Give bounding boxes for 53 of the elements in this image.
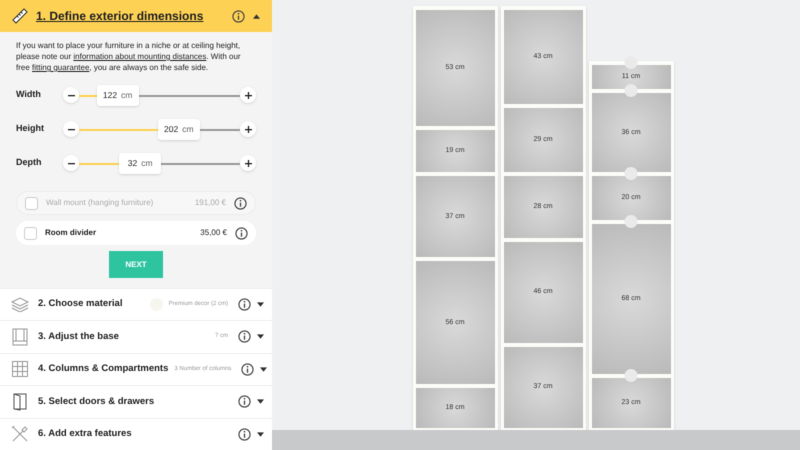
caret-icon[interactable] [257, 334, 264, 340]
caret-icon[interactable] [253, 14, 260, 18]
option-label: Room divider [45, 227, 98, 239]
dimension-label: Depth [16, 156, 42, 170]
plus-button[interactable] [240, 121, 256, 137]
step-title[interactable]: 3. Adjust the base [38, 330, 209, 344]
info-icon[interactable] [238, 395, 251, 408]
option-price: 191,00 € [194, 197, 226, 209]
tools-icon [11, 425, 29, 444]
dimension-label: Height [16, 122, 45, 136]
plus-button[interactable] [240, 155, 256, 171]
info-icon[interactable] [238, 298, 251, 311]
option-price: 35,00 € [200, 227, 227, 239]
step-title[interactable]: 4. Columns & Compartments [38, 362, 168, 376]
caret-icon[interactable] [257, 432, 264, 437]
dimension-label: Width [16, 88, 42, 102]
step-title[interactable]: 1. Define exterior dimensions [36, 7, 224, 25]
caret-icon[interactable] [260, 366, 268, 372]
plus-icon [244, 160, 252, 166]
step-title[interactable]: 2. Choose material [38, 297, 144, 312]
info-icon[interactable] [238, 330, 251, 344]
caret-icon[interactable] [257, 399, 264, 404]
option-row[interactable]: Room divider 35,00 € [16, 221, 256, 245]
ruler-icon [12, 8, 28, 24]
step-title[interactable]: 6. Add extra features [38, 427, 228, 442]
plus-icon [244, 92, 252, 98]
step-row[interactable]: 5. Select doors & drawers [0, 385, 272, 418]
minus-button[interactable] [63, 121, 79, 137]
value-field[interactable]: 122 cm [96, 84, 139, 106]
option-label: Wall mount (hanging furniture) [46, 197, 154, 209]
info-icon[interactable] [232, 10, 245, 22]
shelf-handle[interactable] [624, 56, 638, 70]
plus-button[interactable] [240, 87, 256, 103]
info-link[interactable]: fitting guarantee [32, 63, 90, 72]
step-header[interactable]: 1. Define exterior dimensions [0, 0, 272, 32]
info-link[interactable]: information about mounting distances [73, 52, 206, 61]
grid-icon [12, 361, 28, 378]
door-icon [13, 392, 27, 411]
value-field[interactable]: 32 cm [119, 152, 162, 174]
info-icon[interactable] [238, 428, 251, 441]
minus-button[interactable] [63, 87, 79, 103]
checkbox[interactable] [24, 226, 37, 240]
step-row[interactable]: 6. Add extra features [0, 418, 272, 450]
step-title[interactable]: 5. Select doors & drawers [38, 394, 228, 409]
info-icon[interactable] [235, 226, 248, 240]
info-icon[interactable] [241, 362, 254, 376]
layers-icon [10, 296, 30, 312]
base-icon [12, 328, 28, 346]
caret-icon[interactable] [257, 302, 264, 307]
minus-button[interactable] [63, 155, 79, 171]
value-field[interactable]: 202 cm [158, 118, 200, 140]
description-text: If you want to place your furniture in a niche or at ceiling height, please note our information about mounting distances. With our free fitting guarantee, you are always on the safe side. [16, 40, 242, 73]
plus-icon [244, 126, 252, 132]
